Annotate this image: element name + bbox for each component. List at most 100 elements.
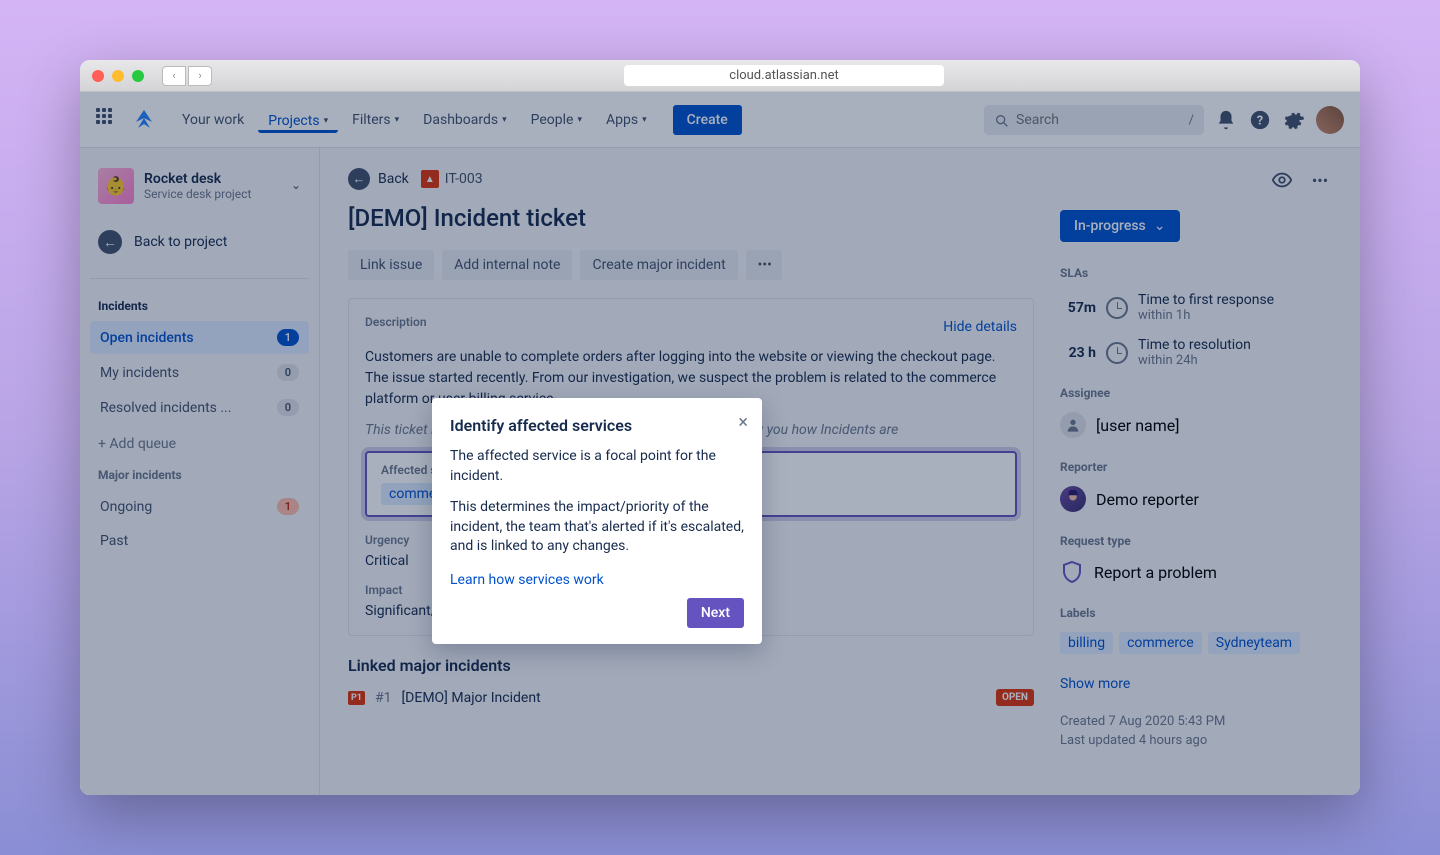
assignee-field[interactable]: [user name] — [1060, 412, 1332, 438]
reporter-field[interactable]: Demo reporter — [1060, 486, 1332, 512]
nav-filters[interactable]: Filters▾ — [342, 108, 409, 132]
divider — [90, 278, 309, 279]
nav-dashboards[interactable]: Dashboards▾ — [413, 108, 516, 132]
nav-your-work[interactable]: Your work — [172, 108, 254, 132]
popup-title: Identify affected services — [450, 416, 744, 435]
sidebar-item-label: Resolved incidents ... — [100, 400, 231, 416]
watch-icon[interactable] — [1270, 168, 1294, 192]
chevron-down-icon: ▾ — [642, 115, 647, 125]
sidebar-item-past[interactable]: Past — [90, 525, 309, 557]
label-chip[interactable]: commerce — [1119, 632, 1202, 654]
project-icon: 👶 — [98, 168, 134, 204]
labels-heading: Labels — [1060, 606, 1332, 620]
sidebar-item-resolved-incidents[interactable]: Resolved incidents ... 0 — [90, 391, 309, 424]
search-box: / — [984, 105, 1204, 135]
learn-more-link[interactable]: Learn how services work — [450, 572, 604, 588]
project-type: Service desk project — [144, 187, 251, 201]
sla-time: 57m — [1060, 300, 1096, 316]
chevron-down-icon[interactable]: ⌄ — [291, 178, 301, 192]
notifications-icon[interactable] — [1214, 108, 1238, 132]
incident-type-icon: ▲ — [421, 170, 439, 188]
nav-apps[interactable]: Apps▾ — [596, 108, 657, 132]
sidebar-item-label: Open incidents — [100, 330, 194, 346]
avatar — [1060, 486, 1086, 512]
user-avatar[interactable] — [1316, 106, 1344, 134]
labels-field[interactable]: billing commerce Sydneyteam — [1060, 632, 1332, 654]
nav-people[interactable]: People▾ — [521, 108, 592, 132]
back-arrow-icon: ← — [98, 230, 122, 254]
browser-titlebar: ‹ › cloud.atlassian.net — [80, 60, 1360, 92]
reporter-name: Demo reporter — [1096, 490, 1199, 509]
status-dropdown[interactable]: In-progress⌄ — [1060, 210, 1180, 242]
sidebar-item-label: Ongoing — [100, 499, 152, 515]
minimize-window[interactable] — [112, 70, 124, 82]
add-internal-note-button[interactable]: Add internal note — [442, 250, 572, 280]
section-incidents: Incidents — [90, 293, 309, 319]
issue-title[interactable]: [DEMO] Incident ticket — [348, 204, 1034, 232]
assignee-name: [user name] — [1096, 416, 1180, 435]
sidebar: 👶 Rocket desk Service desk project ⌄ ← B… — [80, 148, 320, 795]
issue-key-text: IT-003 — [445, 171, 483, 187]
priority-icon: P1 — [348, 691, 365, 705]
popup-paragraph: This determines the impact/priority of t… — [450, 498, 744, 557]
description-label: Description — [365, 315, 427, 329]
search-input[interactable] — [984, 105, 1204, 135]
create-button[interactable]: Create — [673, 105, 742, 135]
link-issue-button[interactable]: Link issue — [348, 250, 434, 280]
sla-label: Time to resolution — [1138, 337, 1251, 353]
count-badge: 0 — [277, 364, 299, 381]
back-to-project[interactable]: ← Back to project — [90, 220, 309, 264]
more-actions-button[interactable]: ••• — [746, 250, 782, 280]
sidebar-item-open-incidents[interactable]: Open incidents 1 — [90, 321, 309, 354]
svg-text:?: ? — [1257, 113, 1263, 128]
created-date: Created 7 Aug 2020 5:43 PM — [1060, 714, 1332, 729]
updated-date: Last updated 4 hours ago — [1060, 733, 1332, 748]
app-switcher-icon[interactable] — [96, 108, 120, 132]
help-icon[interactable]: ? — [1248, 108, 1272, 132]
sidebar-item-ongoing[interactable]: Ongoing 1 — [90, 490, 309, 523]
shield-icon — [1060, 560, 1084, 584]
request-type-value: Report a problem — [1094, 563, 1217, 582]
onboarding-popup: × Identify affected services The affecte… — [432, 398, 762, 644]
slas-heading: SLAs — [1060, 266, 1332, 280]
jira-logo-icon[interactable] — [132, 108, 156, 132]
close-window[interactable] — [92, 70, 104, 82]
maximize-window[interactable] — [132, 70, 144, 82]
show-more-link[interactable]: Show more — [1060, 676, 1332, 692]
next-button[interactable]: Next — [687, 598, 744, 628]
linked-incident-row[interactable]: P1 #1 [DEMO] Major Incident OPEN — [348, 689, 1034, 706]
chevron-down-icon: ▾ — [577, 115, 582, 125]
count-badge: 1 — [277, 498, 299, 515]
browser-forward[interactable]: › — [188, 66, 212, 86]
sla-sub: within 1h — [1138, 308, 1274, 323]
section-major-incidents: Major incidents — [90, 462, 309, 488]
project-header[interactable]: 👶 Rocket desk Service desk project ⌄ — [90, 168, 309, 220]
assignee-heading: Assignee — [1060, 386, 1332, 400]
request-type-field[interactable]: Report a problem — [1060, 560, 1332, 584]
project-name: Rocket desk — [144, 171, 251, 187]
count-badge: 1 — [277, 329, 299, 346]
sla-time: 23 h — [1060, 345, 1096, 361]
close-icon[interactable]: × — [738, 412, 748, 433]
sla-sub: within 24h — [1138, 353, 1251, 368]
label-chip[interactable]: Sydneyteam — [1208, 632, 1300, 654]
hide-details-link[interactable]: Hide details — [943, 319, 1017, 335]
traffic-lights — [92, 70, 144, 82]
sidebar-item-my-incidents[interactable]: My incidents0 — [90, 356, 309, 389]
more-icon[interactable]: ••• — [1308, 168, 1332, 192]
browser-back[interactable]: ‹ — [162, 66, 186, 86]
settings-icon[interactable] — [1282, 108, 1306, 132]
create-major-incident-button[interactable]: Create major incident — [580, 250, 737, 280]
add-queue[interactable]: + Add queue — [90, 426, 309, 462]
url-bar[interactable]: cloud.atlassian.net — [624, 65, 944, 86]
linked-incident-title[interactable]: [DEMO] Major Incident — [401, 690, 540, 706]
nav-projects[interactable]: Projects▾ — [258, 109, 338, 133]
label-chip[interactable]: billing — [1060, 632, 1113, 654]
count-badge: 0 — [277, 399, 299, 416]
chevron-down-icon: ▾ — [395, 115, 400, 125]
back-button[interactable]: ← Back — [348, 168, 409, 190]
sla-label: Time to first response — [1138, 292, 1274, 308]
sla-resolution: 23 h Time to resolutionwithin 24h — [1060, 337, 1332, 368]
avatar — [1060, 412, 1086, 438]
issue-key[interactable]: ▲ IT-003 — [421, 170, 483, 188]
